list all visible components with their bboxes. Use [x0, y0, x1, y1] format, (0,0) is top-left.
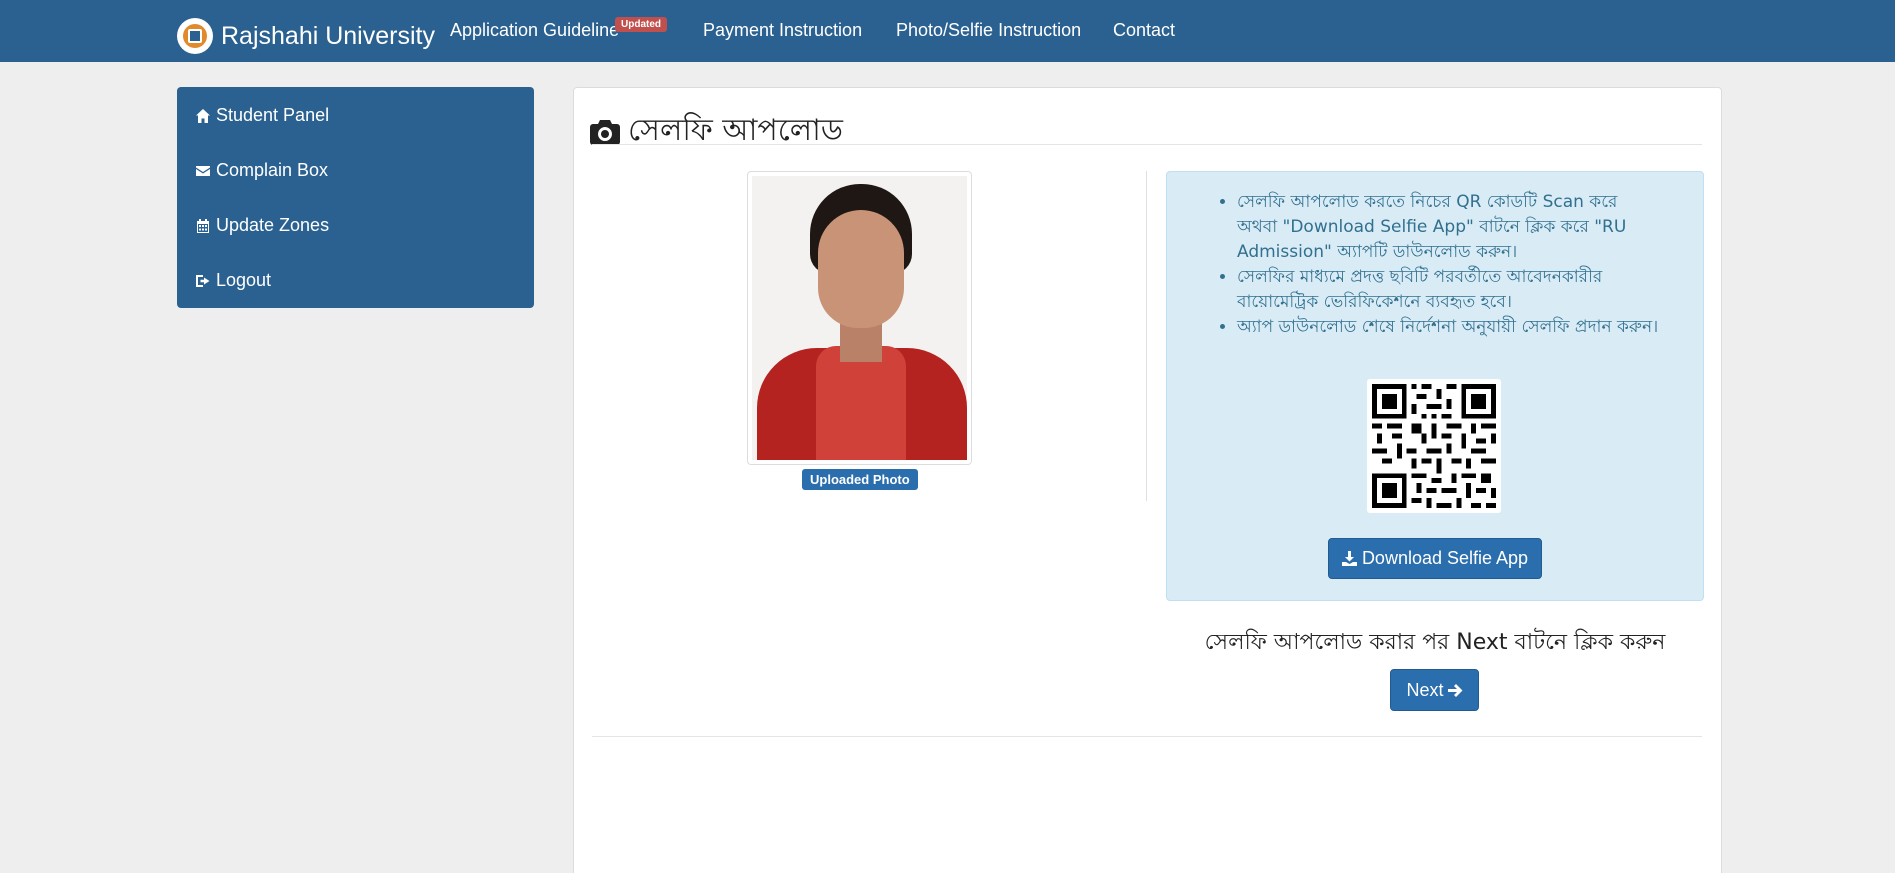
- sidebar-item-label: Student Panel: [216, 105, 330, 125]
- nav-photo-selfie-instruction[interactable]: Photo/Selfie Instruction: [896, 20, 1081, 41]
- university-logo-icon: [177, 18, 213, 54]
- sidebar: Student Panel Complain Box Update Zones …: [177, 87, 534, 308]
- sidebar-item-student-panel[interactable]: Student Panel: [195, 105, 329, 126]
- instruction-list: সেলফি আপলোড করতে নিচের QR কোডটি Scan করে…: [1219, 190, 1659, 340]
- brand[interactable]: Rajshahi University: [177, 18, 435, 54]
- download-button-label: Download Selfie App: [1361, 548, 1529, 568]
- top-navbar: Rajshahi University Application Guidelin…: [0, 0, 1895, 62]
- instruction-box: সেলফি আপলোড করতে নিচের QR কোডটি Scan করে…: [1166, 171, 1704, 601]
- nav-contact[interactable]: Contact: [1113, 20, 1175, 41]
- sidebar-item-update-zones[interactable]: Update Zones: [195, 215, 329, 236]
- next-button[interactable]: Next: [1390, 669, 1479, 711]
- instruction-item: অ্যাপ ডাউনলোড শেষে নির্দেশনা অনুযায়ী সে…: [1237, 315, 1659, 340]
- calendar-icon: [197, 218, 209, 233]
- next-button-label: Next: [1406, 679, 1444, 700]
- after-upload-instruction: সেলফি আপলোড করার পর Next বাটনে ক্লিক করু…: [1204, 630, 1666, 655]
- qr-code: [1367, 379, 1501, 513]
- nav-payment-instruction[interactable]: Payment Instruction: [703, 20, 862, 41]
- home-icon: [196, 108, 210, 123]
- sidebar-item-complain-box[interactable]: Complain Box: [195, 160, 328, 181]
- uploaded-photo-badge: Uploaded Photo: [802, 469, 918, 490]
- uploaded-photo: [747, 171, 972, 465]
- qr-code-icon: [1372, 384, 1496, 508]
- divider: [592, 144, 1702, 145]
- instruction-item: সেলফির মাধ্যমে প্রদত্ত ছবিটি পরবর্তীতে আ…: [1237, 265, 1659, 315]
- sign-out-icon: [196, 274, 210, 287]
- download-selfie-app-button[interactable]: Download Selfie App: [1328, 538, 1542, 579]
- divider: [592, 736, 1702, 737]
- brand-name: Rajshahi University: [221, 21, 435, 50]
- nav-application-guideline[interactable]: Application Guideline: [450, 20, 619, 41]
- instruction-item: সেলফি আপলোড করতে নিচের QR কোডটি Scan করে…: [1237, 190, 1659, 265]
- arrow-right-icon: [1447, 683, 1462, 697]
- envelope-icon: [196, 165, 210, 176]
- selfie-upload-panel: সেলফি আপলোড Uploaded Photo সেলফি আপলোড ক…: [573, 87, 1722, 873]
- updated-badge: Updated: [615, 17, 667, 32]
- sidebar-item-label: Logout: [216, 270, 272, 290]
- vertical-divider: [1146, 171, 1147, 501]
- camera-icon: [590, 120, 620, 145]
- sidebar-item-label: Update Zones: [216, 215, 330, 235]
- page-title: সেলফি আপলোড: [590, 106, 843, 157]
- sidebar-item-label: Complain Box: [216, 160, 329, 180]
- sidebar-item-logout[interactable]: Logout: [195, 270, 271, 291]
- download-icon: [1341, 551, 1357, 566]
- student-photo-image: [752, 176, 967, 460]
- page-title-text: সেলফি আপলোড: [628, 113, 843, 148]
